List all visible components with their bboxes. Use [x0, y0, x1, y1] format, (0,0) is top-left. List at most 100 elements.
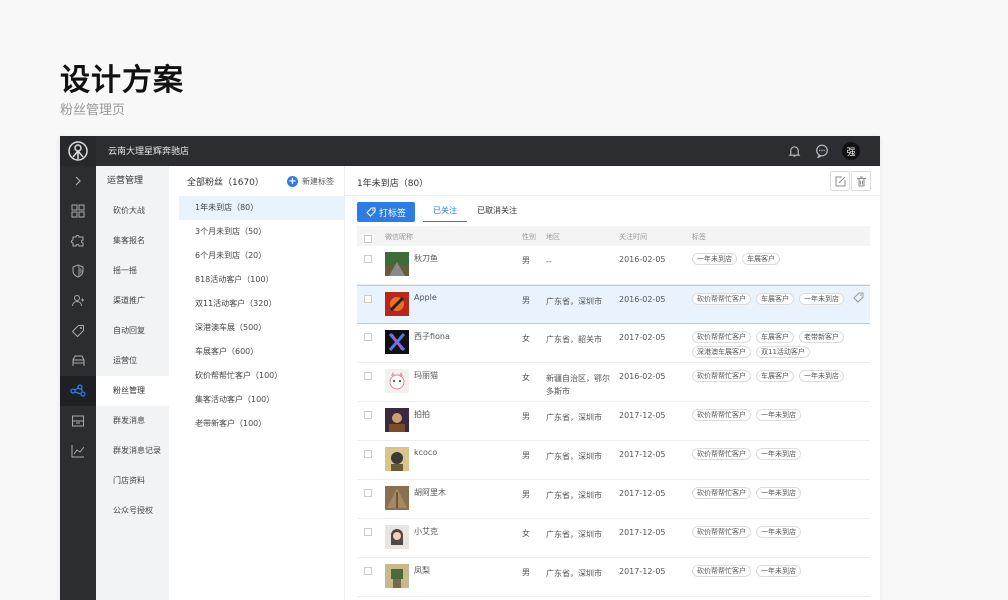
menu-item-registration[interactable]: 集客报名 [96, 226, 169, 256]
fan-name: 胡阿里木 [414, 488, 446, 497]
tag-icon[interactable] [60, 316, 96, 346]
fan-tag[interactable]: 砍价帮帮忙客户 [692, 331, 751, 343]
line-chart-icon[interactable] [60, 436, 96, 466]
fan-tag[interactable]: 双11活动客户 [756, 346, 810, 358]
fan-tag[interactable]: 深港澳车展客户 [692, 346, 751, 358]
group-item[interactable]: 砍价帮帮忙客户（100） [179, 364, 344, 388]
fan-tag[interactable]: 一年未到店 [692, 253, 737, 265]
menu-item-slot[interactable]: 运营位 [96, 346, 169, 376]
fan-tag[interactable]: 一年未到店 [799, 370, 844, 382]
fan-tag[interactable]: 砍价帮帮忙客户 [692, 526, 751, 538]
menu-item-shake[interactable]: 摇一摇 [96, 256, 169, 286]
col-tags-header[interactable]: 标签 [692, 232, 706, 242]
table-row[interactable]: 西子fiona 女 广东省，韶关市 2017-02-05 砍价帮帮忙客户 车展客… [357, 324, 870, 363]
tab-unfollowed[interactable]: 已取消关注 [467, 202, 527, 222]
expand-chevron-icon[interactable] [60, 166, 96, 196]
fan-tag[interactable]: 砍价帮帮忙客户 [692, 448, 751, 460]
fans-network-icon[interactable] [60, 376, 96, 406]
select-all-checkbox[interactable] [364, 235, 372, 243]
fan-groups-panel: 全部粉丝（1670） + 新建标签 1年未到店（80） 3个月未到店（50） 6… [169, 166, 345, 600]
avatar [385, 564, 409, 588]
col-name-header[interactable]: 微信昵称 [385, 232, 413, 242]
table-row[interactable]: 凤梨 男 广东省，深圳市 2017-12-05 砍价帮帮忙客户 一年未到店 [357, 558, 870, 597]
fan-tag[interactable]: 车展客户 [756, 331, 794, 343]
row-checkbox[interactable] [364, 255, 372, 263]
table-row[interactable]: 小艾克 女 广东省，深圳市 2017-12-05 砍价帮帮忙客户 一年未到店 [357, 519, 870, 558]
add-tag-icon[interactable] [853, 292, 864, 303]
table-row[interactable]: 玛丽猫 女 新疆自治区，鄂尔多斯市 2016-02-05 砍价帮帮忙客户 车展客… [357, 363, 870, 402]
car-icon[interactable] [60, 346, 96, 376]
group-item[interactable]: 老带新客户（100） [179, 412, 344, 436]
menu-item-fans[interactable]: 粉丝管理 [96, 376, 169, 406]
fan-tag[interactable]: 一年未到店 [756, 448, 801, 460]
row-checkbox[interactable] [364, 528, 372, 536]
fan-tag[interactable]: 车展客户 [756, 293, 794, 305]
fan-region: 广东省，深圳市 [546, 413, 602, 422]
table-row[interactable]: kcoco 男 广东省，深圳市 2017-12-05 砍价帮帮忙客户 一年未到店 [357, 441, 870, 480]
logo-icon [60, 136, 96, 166]
fan-tag[interactable]: 车展客户 [756, 370, 794, 382]
group-item[interactable]: 3个月未到店（50） [179, 220, 344, 244]
col-time-header[interactable]: 关注时间 [619, 232, 647, 242]
fan-tag[interactable]: 一年未到店 [799, 293, 844, 305]
fan-tag[interactable]: 老带新客户 [799, 331, 844, 343]
fan-tag[interactable]: 砍价帮帮忙客户 [692, 370, 751, 382]
new-tag-button[interactable]: + 新建标签 [287, 175, 334, 187]
add-user-icon[interactable] [60, 286, 96, 316]
edit-button[interactable] [830, 171, 850, 191]
row-checkbox[interactable] [364, 411, 372, 419]
group-item[interactable]: 车展客户（600） [179, 340, 344, 364]
row-checkbox[interactable] [364, 489, 372, 497]
menu-item-bargain[interactable]: 砍价大战 [96, 196, 169, 226]
group-item[interactable]: 集客活动客户（100） [179, 388, 344, 412]
fan-tag[interactable]: 一年未到店 [756, 565, 801, 577]
menu-item-channel[interactable]: 渠道推广 [96, 286, 169, 316]
fan-tag[interactable]: 砍价帮帮忙客户 [692, 293, 751, 305]
table-row[interactable]: 拍拍 男 广东省，深圳市 2017-12-05 砍价帮帮忙客户 一年未到店 [357, 402, 870, 441]
menu-item-auth[interactable]: 公众号授权 [96, 496, 169, 526]
message-icon[interactable] [814, 143, 830, 159]
table-header: 微信昵称 性别 地区 关注时间 标签 [357, 226, 870, 246]
table-row[interactable]: Apple 男 广东省，深圳市 2016-02-05 砍价帮帮忙客户 车展客户 … [357, 285, 870, 324]
menu-item-store-info[interactable]: 门店资料 [96, 466, 169, 496]
row-checkbox[interactable] [364, 333, 372, 341]
fan-name: 拍拍 [414, 410, 430, 419]
fan-tag[interactable]: 车展客户 [742, 253, 780, 265]
fan-tag[interactable]: 砍价帮帮忙客户 [692, 565, 751, 577]
row-checkbox[interactable] [364, 372, 372, 380]
menu-item-auto-reply[interactable]: 自动回复 [96, 316, 169, 346]
user-avatar[interactable]: 强 [842, 142, 860, 160]
menu-item-broadcast-log[interactable]: 群发消息记录 [96, 436, 169, 466]
col-region-header[interactable]: 地区 [546, 232, 560, 242]
fan-tag[interactable]: 一年未到店 [756, 526, 801, 538]
table-row[interactable]: 胡阿里木 男 广东省，深圳市 2017-12-05 砍价帮帮忙客户 一年未到店 [357, 480, 870, 519]
tab-followed[interactable]: 已关注 [423, 202, 467, 222]
row-checkbox[interactable] [364, 450, 372, 458]
delete-button[interactable] [851, 171, 871, 191]
apply-tag-button[interactable]: 打标签 [357, 202, 415, 222]
inbox-icon[interactable] [60, 406, 96, 436]
row-checkbox[interactable] [364, 567, 372, 575]
fan-name: 玛丽猫 [414, 371, 438, 380]
fan-tag[interactable]: 一年未到店 [756, 409, 801, 421]
fan-name: 西子fiona [414, 332, 450, 341]
all-fans-title[interactable]: 全部粉丝（1670） [187, 175, 264, 188]
col-gender-header[interactable]: 性别 [522, 232, 536, 242]
menu-item-broadcast[interactable]: 群发消息 [96, 406, 169, 436]
table-row[interactable]: 秋刀鱼 男 -- 2016-02-05 一年未到店 车展客户 [357, 246, 870, 285]
group-item[interactable]: 双11活动客户（320） [179, 292, 344, 316]
bell-icon[interactable] [786, 143, 802, 159]
group-item[interactable]: 818活动客户（100） [179, 268, 344, 292]
row-checkbox[interactable] [364, 295, 372, 303]
group-item[interactable]: 1年未到店（80） [179, 196, 344, 220]
puzzle-icon[interactable] [60, 226, 96, 256]
fan-tag[interactable]: 砍价帮帮忙客户 [692, 487, 751, 499]
fan-tag[interactable]: 砍价帮帮忙客户 [692, 409, 751, 421]
fan-follow-time: 2017-12-05 [619, 567, 666, 576]
grid-icon[interactable] [60, 196, 96, 226]
shield-icon[interactable] [60, 256, 96, 286]
group-item[interactable]: 深港澳车展（500） [179, 316, 344, 340]
fan-gender: 男 [522, 296, 530, 305]
fan-tag[interactable]: 一年未到店 [756, 487, 801, 499]
group-item[interactable]: 6个月未到店（20） [179, 244, 344, 268]
